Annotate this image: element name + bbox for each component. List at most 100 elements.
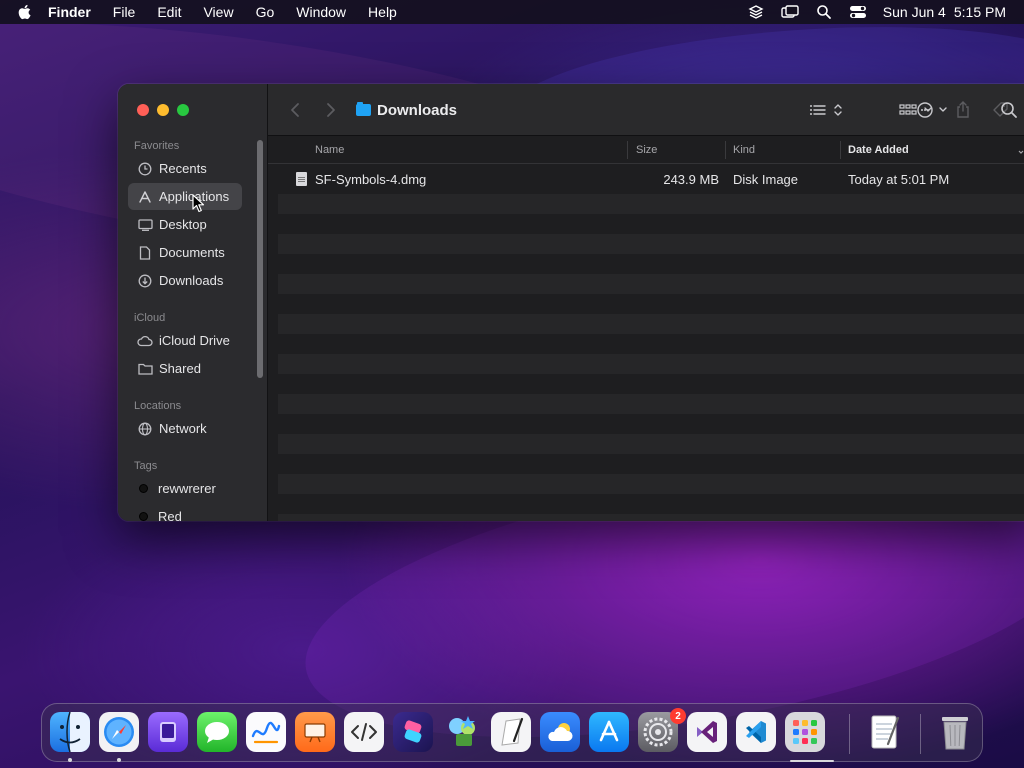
tag-dot-icon [139, 512, 148, 521]
dock-vscode-icon[interactable] [736, 712, 776, 752]
menu-view[interactable]: View [203, 4, 233, 20]
dock-safari-icon[interactable] [99, 712, 139, 752]
column-date-added[interactable]: Date Added [848, 136, 909, 164]
column-header: Name Size Kind Date Added [268, 136, 1024, 164]
sidebar-section-locations: Locations [134, 400, 182, 412]
sidebar-item-label: Network [159, 421, 207, 436]
sidebar-item-label: Red [158, 509, 182, 521]
file-list: SF-Symbols-4.dmg 243.9 MB Disk Image Tod… [268, 164, 1024, 521]
sidebar-item-label: Recents [159, 161, 207, 176]
sidebar-item-network[interactable]: Network [128, 415, 242, 442]
menu-window[interactable]: Window [296, 4, 346, 20]
column-divider[interactable] [725, 141, 726, 159]
empty-row [278, 274, 1024, 294]
sidebar-scrollbar[interactable] [257, 140, 263, 378]
back-icon[interactable] [288, 100, 302, 120]
close-window-button[interactable] [137, 104, 149, 116]
sidebar-item-icloud-drive[interactable]: iCloud Drive [128, 327, 242, 354]
dock-trash-icon[interactable] [935, 712, 975, 752]
menu-clock[interactable]: Sun Jun 4 5:15 PM [883, 4, 1006, 20]
forward-icon[interactable] [324, 100, 338, 120]
spotlight-search-icon[interactable] [815, 3, 833, 21]
menu-help[interactable]: Help [368, 4, 397, 20]
empty-row [278, 394, 1024, 414]
sidebar-item-downloads[interactable]: Downloads [128, 267, 242, 294]
control-center-icon[interactable] [849, 3, 867, 21]
menu-finder[interactable]: Finder [48, 4, 91, 20]
dock-visual-studio-icon[interactable] [687, 712, 727, 752]
dock-simulator-icon[interactable] [148, 712, 188, 752]
empty-row [278, 354, 1024, 374]
column-kind[interactable]: Kind [733, 136, 755, 164]
empty-row [278, 194, 1024, 214]
menu-file[interactable]: File [113, 4, 136, 20]
sidebar-item-label: rewwrerer [158, 481, 216, 496]
sidebar-tag-rewwrerer[interactable]: rewwrerer [128, 475, 242, 502]
toolbar: Downloads [268, 84, 1024, 136]
list-view-icon[interactable] [808, 100, 846, 120]
desktop-icon [137, 217, 153, 233]
file-name: SF-Symbols-4.dmg [315, 171, 427, 187]
notification-badge: 2 [670, 708, 686, 724]
finder-window: Favorites Recents Applications Desktop D… [118, 84, 1024, 521]
share-icon[interactable] [954, 100, 972, 120]
dock-weather-icon[interactable] [540, 712, 580, 752]
dock-script-editor-icon[interactable] [344, 712, 384, 752]
zoom-window-button[interactable] [177, 104, 189, 116]
dock-finder-icon[interactable] [50, 712, 90, 752]
sidebar-section-tags: Tags [134, 460, 158, 472]
sidebar-item-label: iCloud Drive [159, 333, 230, 348]
dock-running-indicator [117, 758, 121, 762]
column-name[interactable]: Name [315, 136, 344, 164]
apple-menu-icon[interactable] [18, 4, 34, 20]
more-actions-icon[interactable] [916, 100, 952, 120]
clock-date: Sun Jun 4 [882, 4, 946, 20]
table-row[interactable]: SF-Symbols-4.dmg 243.9 MB Disk Image Tod… [268, 164, 1024, 194]
dock-launchpad-icon[interactable] [785, 712, 825, 752]
menu-edit[interactable]: Edit [157, 4, 181, 20]
dock-freeform-icon[interactable] [246, 712, 286, 752]
clock-time: 5:15 PM [953, 4, 1006, 20]
sidebar-item-desktop[interactable]: Desktop [128, 211, 242, 238]
dock-scroll-indicator [790, 760, 834, 762]
sidebar-section-icloud: iCloud [134, 312, 166, 324]
empty-row [278, 234, 1024, 254]
dock-textedit-icon[interactable] [864, 712, 904, 752]
file-size: 243.9 MB [663, 171, 719, 187]
cloud-icon [137, 333, 153, 349]
menu-go[interactable]: Go [256, 4, 275, 20]
sidebar-item-label: Downloads [159, 273, 224, 288]
folder-icon [356, 102, 371, 116]
window-controls [137, 104, 189, 116]
dock-script-editor-icon[interactable] [491, 712, 531, 752]
dock-app-store-icon[interactable] [589, 712, 629, 752]
column-divider[interactable] [840, 141, 841, 159]
sidebar: Favorites Recents Applications Desktop D… [118, 84, 268, 521]
empty-row [278, 314, 1024, 334]
column-size[interactable]: Size [636, 136, 657, 164]
sidebar-item-documents[interactable]: Documents [128, 239, 242, 266]
tag-dot-icon [139, 484, 148, 493]
sidebar-item-label: Documents [159, 245, 225, 260]
screen-mirroring-icon[interactable] [781, 3, 799, 21]
window-title-text: Downloads [377, 101, 458, 119]
column-divider[interactable] [627, 141, 628, 159]
dock-divider [920, 714, 921, 754]
mouse-cursor-icon [192, 194, 205, 213]
sidebar-section-favorites: Favorites [134, 140, 180, 152]
dock-messages-icon[interactable] [197, 712, 237, 752]
sort-chevron-icon[interactable] [1018, 144, 1024, 154]
stack-icon[interactable] [747, 3, 765, 21]
dock-shortcuts-icon[interactable] [393, 712, 433, 752]
sidebar-item-shared[interactable]: Shared [128, 355, 242, 382]
sidebar-item-recents[interactable]: Recents [128, 155, 242, 182]
window-title: Downloads [356, 100, 457, 120]
applications-icon [137, 189, 153, 205]
sidebar-item-applications[interactable]: Applications [128, 183, 242, 210]
dock-keynote-icon[interactable] [295, 712, 335, 752]
sidebar-tag-red[interactable]: Red [128, 503, 242, 521]
dock-keychain-access-icon[interactable] [442, 712, 482, 752]
search-icon[interactable] [1000, 100, 1020, 120]
file-kind: Disk Image [733, 171, 799, 187]
minimize-window-button[interactable] [157, 104, 169, 116]
